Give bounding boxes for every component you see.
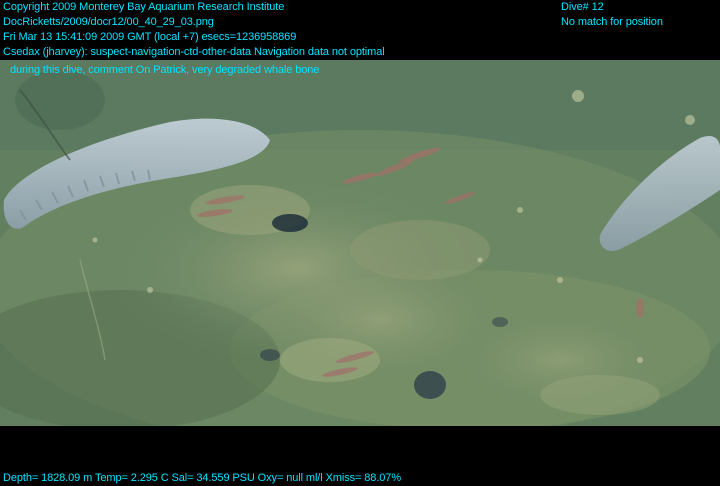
timestamp-text: Fri Mar 13 15:41:09 2009 GMT (local +7) … xyxy=(3,31,297,43)
annotation-comment-line1: Csedax (jharvey): suspect-navigation-ctd… xyxy=(3,46,385,58)
video-frame: Copyright 2009 Monterey Bay Aquarium Res… xyxy=(0,0,720,486)
seafloor-scene xyxy=(0,60,720,426)
image-filename: DocRicketts/2009/docr12/00_40_29_03.png xyxy=(3,16,214,28)
annotation-comment-line2: during this dive, comment On Patrick, ve… xyxy=(10,64,320,76)
copyright-text: Copyright 2009 Monterey Bay Aquarium Res… xyxy=(3,1,285,13)
dive-number: Dive# 12 xyxy=(561,1,604,13)
seafloor-video-image xyxy=(0,60,720,426)
position-status: No match for position xyxy=(561,16,663,28)
sensor-readout: Depth= 1828.09 m Temp= 2.295 C Sal= 34.5… xyxy=(3,472,401,484)
